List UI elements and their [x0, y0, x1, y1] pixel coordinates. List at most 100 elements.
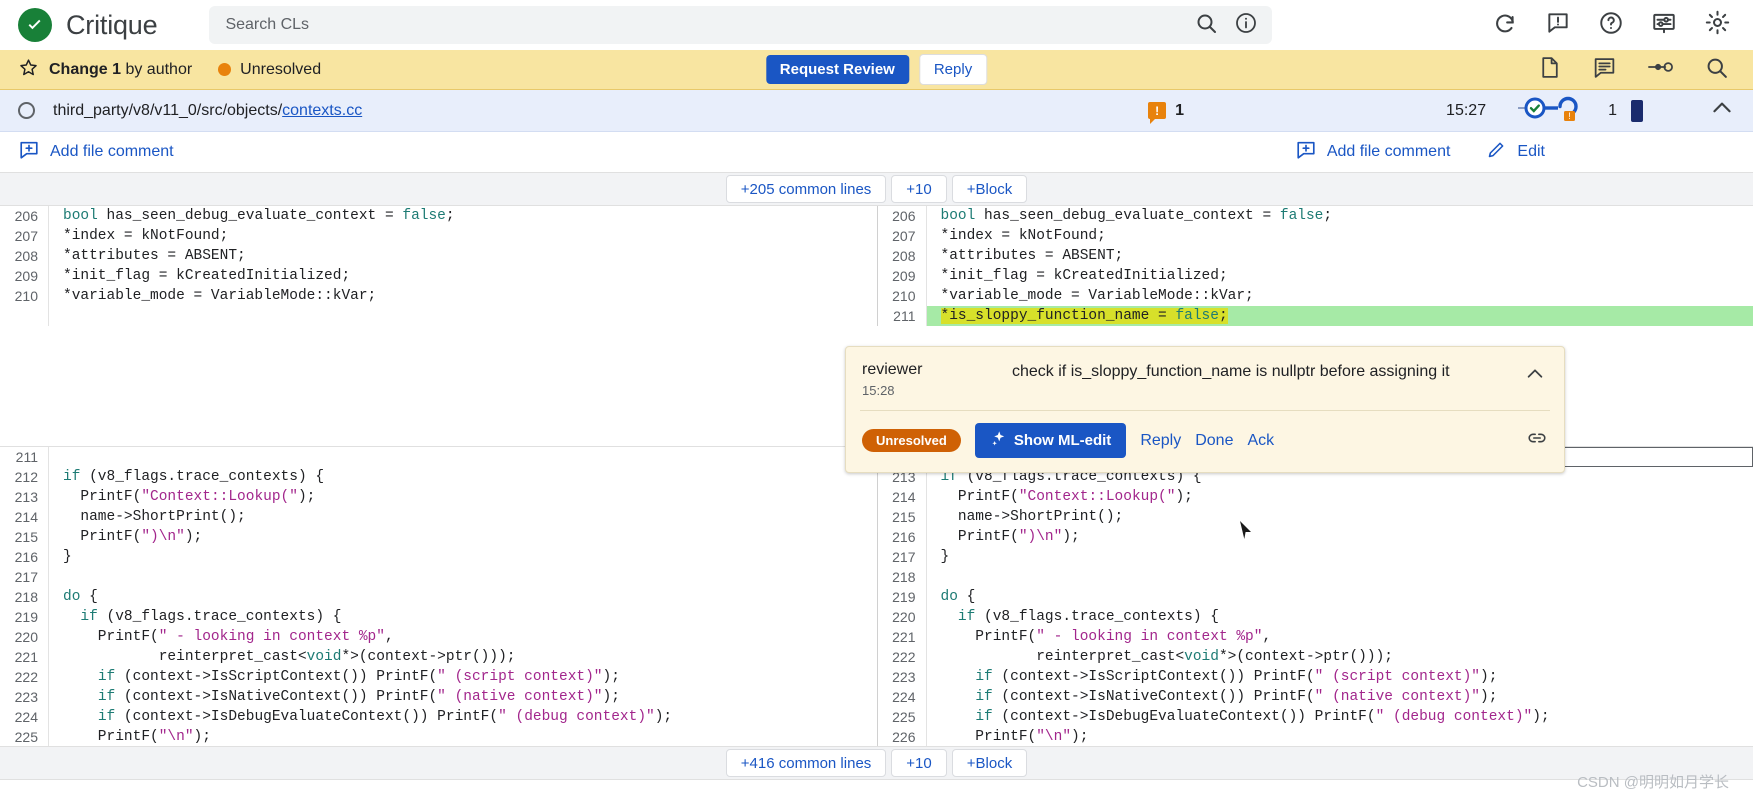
line-number[interactable]: 216 — [878, 527, 926, 547]
code-line[interactable]: 210 *variable_mode = VariableMode::kVar; — [878, 286, 1753, 306]
code-line[interactable]: 221 reinterpret_cast<void*>(context->ptr… — [0, 647, 877, 667]
code-line[interactable]: 216} — [0, 547, 877, 567]
code-line[interactable]: 219 if (v8_flags.trace_contexts) { — [0, 607, 877, 627]
code-line[interactable]: 224 if (context->IsDebugEvaluateContext(… — [0, 707, 877, 727]
search-icon[interactable] — [1194, 11, 1218, 40]
code-line[interactable]: 210 *variable_mode = VariableMode::kVar; — [0, 286, 877, 306]
line-number[interactable]: 216 — [0, 547, 48, 567]
line-number[interactable]: 222 — [0, 667, 48, 687]
line-number[interactable]: 211 — [0, 447, 48, 467]
code-line[interactable]: 216 PrintF(")\n"); — [878, 527, 1753, 547]
status-badge[interactable]: Unresolved — [862, 429, 961, 452]
code-line[interactable]: 225 PrintF("\n"); — [0, 727, 877, 747]
code-line[interactable]: 225 if (context->IsDebugEvaluateContext(… — [878, 707, 1753, 727]
line-number[interactable]: 214 — [0, 507, 48, 527]
show-ml-edit-button[interactable]: Show ML-edit — [974, 423, 1127, 458]
code-line[interactable]: 212 if (v8_flags.trace_contexts) { — [0, 467, 877, 487]
code-line[interactable]: 223 if (context->IsScriptContext()) Prin… — [878, 667, 1753, 687]
settings-gear-icon[interactable] — [1704, 9, 1731, 41]
comments-icon[interactable] — [1592, 55, 1617, 85]
line-number[interactable]: 221 — [0, 647, 48, 667]
link-chain-icon[interactable] — [1647, 56, 1674, 83]
code-line[interactable]: 215 PrintF(")\n"); — [0, 527, 877, 547]
comment-done-button[interactable]: Done — [1195, 432, 1233, 450]
line-number[interactable]: 217 — [0, 567, 48, 587]
critique-logo-icon[interactable] — [18, 8, 52, 42]
file-header-row[interactable]: third_party/v8/v11_0/src/objects/context… — [0, 90, 1753, 132]
line-number[interactable]: 225 — [878, 707, 926, 727]
code-line[interactable]: 207 *index = kNotFound; — [0, 226, 877, 246]
line-number[interactable]: 208 — [0, 246, 48, 266]
code-line[interactable]: 214 name->ShortPrint(); — [0, 507, 877, 527]
review-progress-icon[interactable]: ! — [1516, 95, 1578, 126]
search-input[interactable] — [223, 15, 1195, 35]
search-bar[interactable] — [209, 6, 1273, 44]
line-number[interactable]: 209 — [0, 266, 48, 286]
feedback-icon[interactable] — [1545, 10, 1571, 41]
edit-button[interactable]: Edit — [1486, 139, 1545, 165]
line-number[interactable]: 210 — [878, 286, 926, 306]
line-number[interactable]: 212 — [0, 467, 48, 487]
line-number[interactable]: 211 — [878, 306, 926, 326]
line-number[interactable]: 223 — [878, 667, 926, 687]
code-line[interactable]: 208 *attributes = ABSENT; — [0, 246, 877, 266]
line-number[interactable]: 219 — [0, 607, 48, 627]
code-line[interactable]: 222 if (context->IsScriptContext()) Prin… — [0, 667, 877, 687]
line-number[interactable]: 223 — [0, 687, 48, 707]
chevron-up-icon[interactable] — [1709, 95, 1735, 126]
code-line[interactable]: 222 reinterpret_cast<void*>(context->ptr… — [878, 647, 1753, 667]
line-number[interactable]: 207 — [878, 226, 926, 246]
line-number[interactable]: 209 — [878, 266, 926, 286]
info-icon[interactable] — [1234, 11, 1258, 40]
version-indicator[interactable]: 1 — [1608, 99, 1643, 122]
line-number[interactable]: 218 — [878, 567, 926, 587]
line-number[interactable]: 210 — [0, 286, 48, 306]
code-line[interactable]: 208 *attributes = ABSENT; — [878, 246, 1753, 266]
code-line[interactable]: 220 if (v8_flags.trace_contexts) { — [878, 607, 1753, 627]
line-number[interactable]: 206 — [0, 206, 48, 226]
line-number[interactable]: 215 — [0, 527, 48, 547]
line-number[interactable]: 219 — [878, 587, 926, 607]
line-number[interactable]: 208 — [878, 246, 926, 266]
code-line[interactable]: 211 — [0, 447, 877, 467]
line-number[interactable]: 224 — [0, 707, 48, 727]
code-line[interactable]: 209 *init_flag = kCreatedInitialized; — [878, 266, 1753, 286]
empty-circle-icon[interactable] — [18, 102, 35, 119]
code-line[interactable]: 213 PrintF("Context::Lookup("); — [0, 487, 877, 507]
line-number[interactable]: 215 — [878, 507, 926, 527]
request-review-button[interactable]: Request Review — [765, 55, 909, 84]
link-icon[interactable] — [1526, 427, 1548, 454]
line-number[interactable]: 207 — [0, 226, 48, 246]
code-line[interactable]: 223 if (context->IsNativeContext()) Prin… — [0, 687, 877, 707]
line-number[interactable]: 213 — [0, 487, 48, 507]
line-number[interactable]: 222 — [878, 647, 926, 667]
line-number[interactable]: 225 — [0, 727, 48, 747]
search-icon[interactable] — [1704, 55, 1729, 85]
code-line[interactable]: 211 *is_sloppy_function_name = false; — [878, 306, 1753, 326]
code-line[interactable]: 206 bool has_seen_debug_evaluate_context … — [878, 206, 1753, 226]
file-icon[interactable] — [1537, 55, 1562, 85]
comment-reply-button[interactable]: Reply — [1140, 432, 1181, 450]
line-number[interactable]: 220 — [878, 607, 926, 627]
code-line[interactable]: 214 PrintF("Context::Lookup("); — [878, 487, 1753, 507]
add-file-comment-left-button[interactable]: Add file comment — [18, 139, 174, 166]
help-icon[interactable] — [1598, 10, 1624, 41]
line-number[interactable]: 214 — [878, 487, 926, 507]
comment-ack-button[interactable]: Ack — [1247, 432, 1274, 450]
code-line[interactable]: 218 do { — [0, 587, 877, 607]
line-number[interactable]: 224 — [878, 687, 926, 707]
code-line[interactable]: 220 PrintF(" - looking in context %p", — [0, 627, 877, 647]
code-line[interactable]: 207 *index = kNotFound; — [878, 226, 1753, 246]
expand-common-lines-bottom[interactable]: +416 common lines — [725, 749, 887, 777]
line-number[interactable]: 218 — [0, 587, 48, 607]
presentation-icon[interactable] — [1651, 10, 1677, 41]
expand-common-lines-top[interactable]: +205 common lines — [725, 175, 887, 203]
code-line[interactable]: 219 do { — [878, 587, 1753, 607]
expand-block-bottom[interactable]: +Block — [951, 749, 1028, 777]
line-number[interactable]: 206 — [878, 206, 926, 226]
chevron-up-icon[interactable] — [1524, 361, 1548, 398]
code-line[interactable]: 221 PrintF(" - looking in context %p", — [878, 627, 1753, 647]
code-line[interactable]: 217} — [878, 547, 1753, 567]
code-line[interactable]: 218 — [878, 567, 1753, 587]
star-outline-icon[interactable] — [18, 57, 39, 83]
